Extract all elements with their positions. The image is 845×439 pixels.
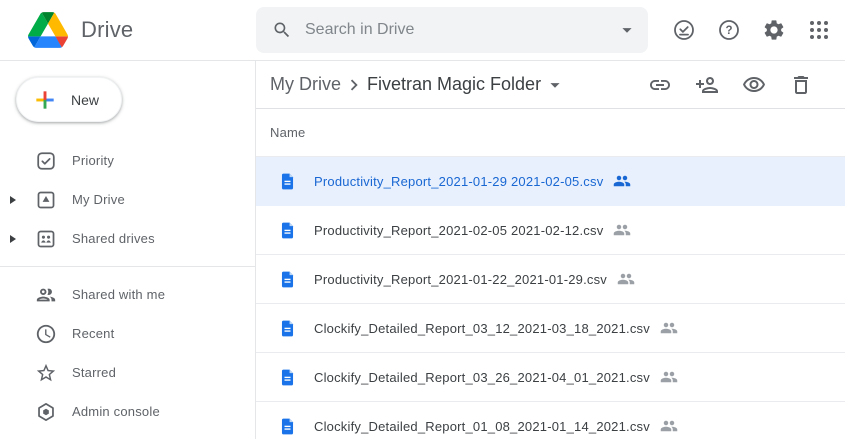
app-title: Drive <box>81 17 133 43</box>
topbar-actions: ? <box>672 18 845 42</box>
plus-icon <box>32 87 58 113</box>
clock-icon <box>34 322 58 346</box>
trash-icon <box>789 73 813 97</box>
file-icon <box>278 417 297 436</box>
drive-logo-area[interactable]: Drive <box>0 12 256 48</box>
content-area: My Drive Fivetran Magic Folder Name Prod… <box>256 61 845 439</box>
topbar: Drive ? <box>0 0 845 61</box>
file-icon <box>278 172 297 191</box>
person-add-icon <box>695 73 719 97</box>
sidebar-item-label: Shared with me <box>72 287 165 302</box>
file-list-body: Productivity_Report_2021-01-29 2021-02-0… <box>256 157 845 439</box>
shared-people-icon <box>613 172 631 190</box>
shared-people-icon <box>660 368 678 386</box>
file-icon <box>278 319 297 338</box>
share-button[interactable] <box>695 73 719 97</box>
search-icon[interactable] <box>272 20 292 40</box>
sidebar-item-label: Admin console <box>72 404 160 419</box>
google-drive-window: Drive ? New Priority My Drive Shared drive… <box>0 0 845 439</box>
expand-arrow-icon[interactable] <box>0 196 26 204</box>
file-row[interactable]: Productivity_Report_2021-01-29 2021-02-0… <box>256 157 845 206</box>
sidebar-item-priority[interactable]: Priority <box>0 141 255 180</box>
file-row[interactable]: Productivity_Report_2021-02-05 2021-02-1… <box>256 206 845 255</box>
sidebar-item-label: Starred <box>72 365 116 380</box>
chevron-right-icon <box>343 74 365 96</box>
search-input[interactable] <box>305 21 603 39</box>
file-name: Productivity_Report_2021-01-22_2021-01-2… <box>314 272 607 287</box>
settings-button[interactable] <box>762 18 786 42</box>
file-name: Clockify_Detailed_Report_03_12_2021-03_1… <box>314 321 650 336</box>
link-icon <box>648 73 672 97</box>
get-link-button[interactable] <box>648 73 672 97</box>
file-toolbar <box>648 73 813 97</box>
file-row[interactable]: Clockify_Detailed_Report_01_08_2021-01_1… <box>256 402 845 439</box>
drive-logo-icon <box>28 12 68 48</box>
file-name: Productivity_Report_2021-01-29 2021-02-0… <box>314 174 603 189</box>
sidebar-item-shared-with-me[interactable]: Shared with me <box>0 275 255 314</box>
offline-check-icon <box>672 18 696 42</box>
file-row[interactable]: Productivity_Report_2021-01-22_2021-01-2… <box>256 255 845 304</box>
sidebar-nav: Priority My Drive Shared drives Shared with… <box>0 141 255 431</box>
my-drive-icon <box>34 188 58 212</box>
sidebar-item-label: Shared drives <box>72 231 155 246</box>
folder-menu-caret-icon[interactable] <box>544 74 566 96</box>
expand-arrow-icon[interactable] <box>0 235 26 243</box>
eye-icon <box>742 73 766 97</box>
shared-drives-icon <box>34 227 58 251</box>
people-icon <box>34 283 58 307</box>
svg-text:?: ? <box>725 25 732 37</box>
shared-people-icon <box>660 319 678 337</box>
delete-button[interactable] <box>789 73 813 97</box>
sidebar-divider <box>0 266 255 267</box>
new-button[interactable]: New <box>16 77 122 122</box>
file-row[interactable]: Clockify_Detailed_Report_03_26_2021-04_0… <box>256 353 845 402</box>
settings-icon <box>762 18 786 42</box>
apps-grid-button[interactable] <box>807 18 831 42</box>
sidebar-item-label: Priority <box>72 153 114 168</box>
breadcrumb-root[interactable]: My Drive <box>270 74 341 95</box>
name-column-header[interactable]: Name <box>270 125 305 140</box>
sidebar-item-admin-console[interactable]: Admin console <box>0 392 255 431</box>
file-name: Clockify_Detailed_Report_01_08_2021-01_1… <box>314 419 650 434</box>
shared-people-icon <box>660 417 678 435</box>
sidebar-item-starred[interactable]: Starred <box>0 353 255 392</box>
sidebar-item-label: Recent <box>72 326 114 341</box>
file-icon <box>278 368 297 387</box>
file-name: Clockify_Detailed_Report_03_26_2021-04_0… <box>314 370 650 385</box>
preview-button[interactable] <box>742 73 766 97</box>
sidebar-item-recent[interactable]: Recent <box>0 314 255 353</box>
breadcrumb-current-folder[interactable]: Fivetran Magic Folder <box>367 74 541 95</box>
apps-grid-icon <box>807 18 831 42</box>
file-row[interactable]: Clockify_Detailed_Report_03_12_2021-03_1… <box>256 304 845 353</box>
sidebar: New Priority My Drive Shared drives Shared … <box>0 61 256 439</box>
new-button-label: New <box>71 92 99 108</box>
shared-people-icon <box>617 270 635 288</box>
sidebar-item-label: My Drive <box>72 192 125 207</box>
file-icon <box>278 270 297 289</box>
breadcrumb: My Drive Fivetran Magic Folder <box>256 61 845 109</box>
shared-people-icon <box>613 221 631 239</box>
star-icon <box>34 361 58 385</box>
list-header[interactable]: Name <box>256 109 845 157</box>
search-options-caret-icon[interactable] <box>616 19 638 41</box>
admin-console-icon <box>34 400 58 424</box>
help-icon: ? <box>717 18 741 42</box>
sidebar-item-shared-drives[interactable]: Shared drives <box>0 219 255 258</box>
help-button[interactable]: ? <box>717 18 741 42</box>
file-icon <box>278 221 297 240</box>
offline-status-button[interactable] <box>672 18 696 42</box>
priority-icon <box>34 149 58 173</box>
file-name: Productivity_Report_2021-02-05 2021-02-1… <box>314 223 603 238</box>
sidebar-item-my-drive[interactable]: My Drive <box>0 180 255 219</box>
search-bar[interactable] <box>256 7 648 53</box>
main-area: New Priority My Drive Shared drives Shared … <box>0 61 845 439</box>
